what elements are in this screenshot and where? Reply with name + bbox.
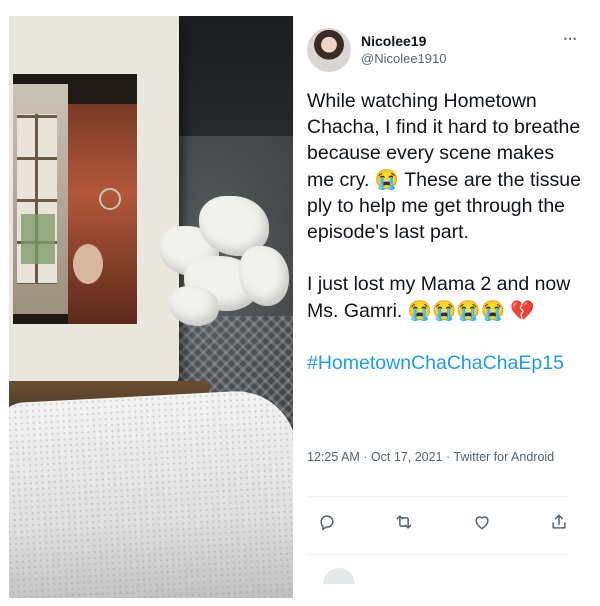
- tablet-device: [9, 16, 179, 396]
- tweet-actions: [315, 510, 571, 534]
- tweet-card: Nicolee19 @Nicolee1910 ⋯ While watching …: [293, 16, 592, 598]
- hashtag-link[interactable]: #HometownChaChaChaEp15: [307, 352, 564, 374]
- reply-icon[interactable]: [315, 510, 339, 534]
- divider: [307, 554, 569, 555]
- divider: [307, 496, 569, 497]
- screenshot-frame: Nicolee19 @Nicolee1910 ⋯ While watching …: [9, 16, 592, 598]
- like-icon[interactable]: [470, 510, 494, 534]
- scene-figure: [68, 104, 137, 324]
- tweet-text: While watching Hometown Chacha, I find i…: [307, 88, 583, 376]
- tweet-photo[interactable]: [9, 16, 293, 598]
- tablet-home-button: [99, 188, 121, 210]
- tweet-text-paragraph-2: I just lost my Mama 2 and now Ms. Gamri.…: [307, 273, 576, 322]
- tweet-timestamp[interactable]: 12:25 AM · Oct 17, 2021 · Twitter for An…: [307, 448, 557, 466]
- tissue-roll: [9, 388, 293, 598]
- next-reply-avatar: [323, 568, 355, 584]
- share-icon[interactable]: [547, 510, 571, 534]
- display-name[interactable]: Nicolee19: [361, 32, 446, 50]
- crumpled-tissues: [159, 186, 289, 326]
- user-names: Nicolee19 @Nicolee1910: [361, 32, 446, 68]
- tweet-text-paragraph-1: While watching Hometown Chacha, I find i…: [307, 90, 587, 244]
- avatar[interactable]: [307, 28, 351, 72]
- more-options-icon[interactable]: ⋯: [563, 30, 578, 47]
- user-handle[interactable]: @Nicolee1910: [361, 50, 446, 68]
- retweet-icon[interactable]: [392, 510, 416, 534]
